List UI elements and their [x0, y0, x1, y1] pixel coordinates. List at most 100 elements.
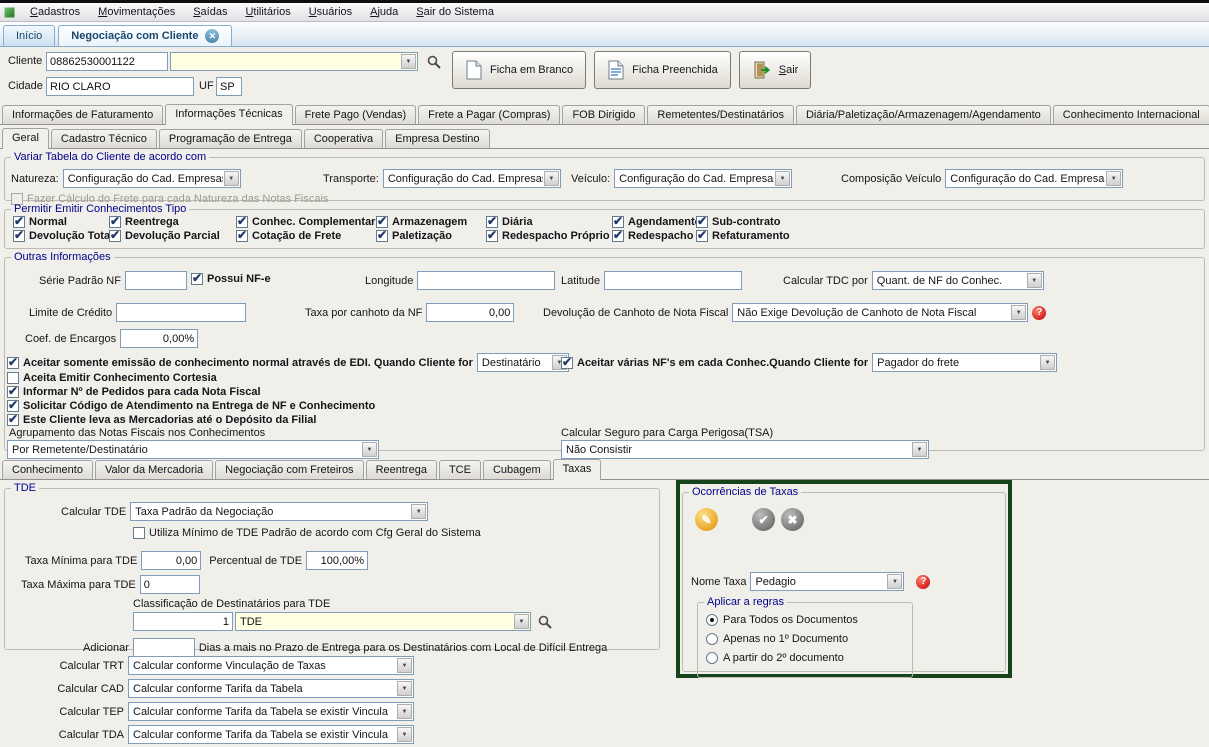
veiculo-label: Veículo:: [571, 172, 611, 185]
checkbox-redespacho-proprio[interactable]: Redespacho Próprio: [486, 228, 612, 242]
limite-credito-input[interactable]: [116, 303, 247, 322]
edi-checkbox[interactable]: Aceitar somente emissão de conhecimento …: [7, 355, 473, 369]
tab-empresa-destino[interactable]: Empresa Destino: [385, 129, 490, 148]
deposito-filial-checkbox[interactable]: Este Cliente leva as Mercadorias até o D…: [7, 412, 316, 426]
sair-button[interactable]: Sair: [738, 51, 812, 89]
nome-taxa-select[interactable]: Pedagio: [750, 572, 905, 591]
checkbox-devolucao-parcial[interactable]: Devolução Parcial: [109, 228, 236, 242]
checkbox-paletizacao[interactable]: Paletização: [376, 228, 486, 242]
coef-encargos-input[interactable]: [120, 329, 199, 348]
natureza-select[interactable]: Configuração do Cad. Empresas: [62, 169, 241, 188]
uf-input[interactable]: [216, 77, 242, 96]
serie-padrao-input[interactable]: [124, 271, 187, 290]
checkbox-reentrega[interactable]: Reentrega: [109, 214, 236, 228]
coef-encargos-field: Coef. de Encargos: [25, 329, 199, 348]
tab-cadastro-tecnico[interactable]: Cadastro Técnico: [50, 129, 157, 148]
tab-geral[interactable]: Geral: [2, 128, 49, 149]
close-tab-icon[interactable]: [205, 29, 220, 43]
tab-conhecimento-internacional[interactable]: Conhecimento Internacional: [1052, 105, 1209, 124]
search-icon[interactable]: [537, 614, 553, 630]
tab-informacoes-de-faturamento[interactable]: Informações de Faturamento: [2, 105, 164, 124]
varias-nfs-cliente-select[interactable]: Pagador do frete: [872, 353, 1058, 372]
cliente-code-input[interactable]: [46, 52, 168, 71]
cliente-name-combo[interactable]: [170, 52, 418, 71]
transporte-label: Transporte:: [323, 172, 379, 185]
tab-tce[interactable]: TCE: [438, 460, 481, 479]
menu-usuarios[interactable]: Usuários: [301, 5, 360, 20]
menu-utilitarios[interactable]: Utilitários: [237, 5, 298, 20]
utiliza-minimo-tde-checkbox[interactable]: Utiliza Mínimo de TDE Padrão de acordo c…: [133, 527, 481, 539]
tab-inicio[interactable]: Início: [3, 25, 56, 46]
tab-fob-dirigido[interactable]: FOB Dirigido: [562, 105, 646, 124]
checkbox-sub-contrato[interactable]: Sub-contrato: [696, 214, 1204, 228]
pedidos-checkbox[interactable]: Informar Nº de Pedidos para cada Nota Fi…: [7, 384, 261, 398]
varias-nfs-checkbox[interactable]: Aceitar várias NF's em cada Conhec.Quand…: [561, 355, 868, 369]
possui-nfe-checkbox[interactable]: Possui NF-e: [191, 271, 271, 285]
checkbox-diaria[interactable]: Diária: [486, 214, 612, 228]
tab-valor-da-mercadoria[interactable]: Valor da Mercadoria: [94, 460, 214, 479]
menu-ajuda[interactable]: Ajuda: [362, 5, 406, 20]
checkbox-cotacao-de-frete[interactable]: Cotação de Frete: [236, 228, 376, 242]
calcular-tep-select[interactable]: Calcular conforme Tarifa da Tabela se ex…: [128, 702, 414, 721]
search-icon[interactable]: [426, 54, 442, 70]
devolucao-canhoto-select[interactable]: Não Exige Devolução de Canhoto de Nota F…: [732, 303, 1029, 322]
checkbox-refaturamento[interactable]: Refaturamento: [696, 228, 1204, 242]
edi-cliente-select[interactable]: Destinatário: [476, 353, 569, 372]
help-icon[interactable]: [1032, 305, 1047, 320]
pencil-icon[interactable]: [695, 508, 718, 531]
radio-apenas-primeiro[interactable]: Apenas no 1º Documento: [706, 633, 848, 645]
ficha-em-branco-button[interactable]: Ficha em Branco: [452, 51, 587, 89]
calcular-tda-select[interactable]: Calcular conforme Tarifa da Tabela se ex…: [128, 725, 414, 744]
tab-negociacao-com-freteiros[interactable]: Negociação com Freteiros: [215, 460, 364, 479]
tab-cubagem[interactable]: Cubagem: [482, 460, 551, 479]
cancel-icon[interactable]: [781, 508, 804, 531]
taxa-canhoto-input[interactable]: [426, 303, 515, 322]
composicao-veiculo-select[interactable]: Configuração do Cad. Empresas: [945, 169, 1124, 188]
checkbox-conhec-complementar[interactable]: Conhec. Complementar: [236, 214, 376, 228]
calcular-tda-row: Calcular TDA Calcular conforme Tarifa da…: [4, 725, 414, 744]
taxa-maxima-input[interactable]: [139, 575, 200, 594]
codigo-atendimento-checkbox[interactable]: Solicitar Código de Atendimento na Entre…: [7, 398, 375, 412]
latitude-input[interactable]: [604, 271, 743, 290]
calcular-cad-select[interactable]: Calcular conforme Tarifa da Tabela: [128, 679, 414, 698]
tab-frete-pago-vendas[interactable]: Frete Pago (Vendas): [294, 105, 417, 124]
checkbox-devolucao-total[interactable]: Devolução Total: [13, 228, 113, 242]
help-icon[interactable]: [916, 574, 931, 589]
classificacao-tde-code-input[interactable]: [133, 612, 233, 631]
adicionar-input[interactable]: [132, 638, 195, 657]
tab-informacoes-tecnicas[interactable]: Informações Técnicas: [165, 104, 293, 125]
menu-movimentacoes[interactable]: Movimentações: [90, 5, 183, 20]
ficha-preenchida-button[interactable]: Ficha Preenchida: [594, 51, 731, 89]
tab-remetentes-destinatarios[interactable]: Remetentes/Destinatários: [647, 105, 794, 124]
cidade-input[interactable]: [46, 77, 194, 96]
tab-frete-a-pagar-compras[interactable]: Frete a Pagar (Compras): [418, 105, 561, 124]
calcular-tde-select[interactable]: Taxa Padrão da Negociação: [130, 502, 429, 521]
calcular-trt-select[interactable]: Calcular conforme Vinculação de Taxas: [128, 656, 414, 675]
taxa-minima-input[interactable]: [141, 551, 202, 570]
menu-saidas[interactable]: Saídas: [185, 5, 235, 20]
chevron-down-icon: [223, 171, 239, 186]
tab-negociacao-com-cliente[interactable]: Negociação com Cliente: [58, 25, 233, 46]
checkbox-agendamento[interactable]: Agendamento: [612, 214, 701, 228]
tab-cooperativa[interactable]: Cooperativa: [303, 129, 384, 148]
classificacao-tde-select[interactable]: TDE: [235, 612, 531, 631]
tab-reentrega[interactable]: Reentrega: [365, 460, 437, 479]
percentual-tde-input[interactable]: [306, 551, 369, 570]
tab-conhecimento[interactable]: Conhecimento: [2, 460, 93, 479]
radio-todos-documentos[interactable]: Para Todos os Documentos: [706, 614, 858, 626]
calcular-tdc-select[interactable]: Quant. de NF do Conhec.: [871, 271, 1044, 290]
checkbox-redespacho[interactable]: Redespacho: [612, 228, 696, 242]
check-icon[interactable]: [752, 508, 775, 531]
radio-a-partir-segundo[interactable]: A partir do 2º documento: [706, 652, 844, 664]
tab-diaria-paletizacao-armazenagem-agendamento[interactable]: Diária/Paletização/Armazenagem/Agendamen…: [795, 105, 1051, 124]
checkbox-armazenagem[interactable]: Armazenagem: [376, 214, 486, 228]
checkbox-normal[interactable]: Normal: [13, 214, 109, 228]
tab-taxas[interactable]: Taxas: [552, 459, 602, 480]
tab-programacao-de-entrega[interactable]: Programação de Entrega: [158, 129, 302, 148]
veiculo-select[interactable]: Configuração do Cad. Empresas: [614, 169, 793, 188]
menu-cadastros[interactable]: Cadastros: [22, 5, 88, 20]
cortesia-checkbox[interactable]: Aceita Emitir Conhecimento Cortesia: [7, 372, 217, 384]
longitude-input[interactable]: [417, 271, 556, 290]
menu-sair-do-sistema[interactable]: Sair do Sistema: [408, 5, 502, 20]
transporte-select[interactable]: Configuração do Cad. Empresas: [382, 169, 561, 188]
